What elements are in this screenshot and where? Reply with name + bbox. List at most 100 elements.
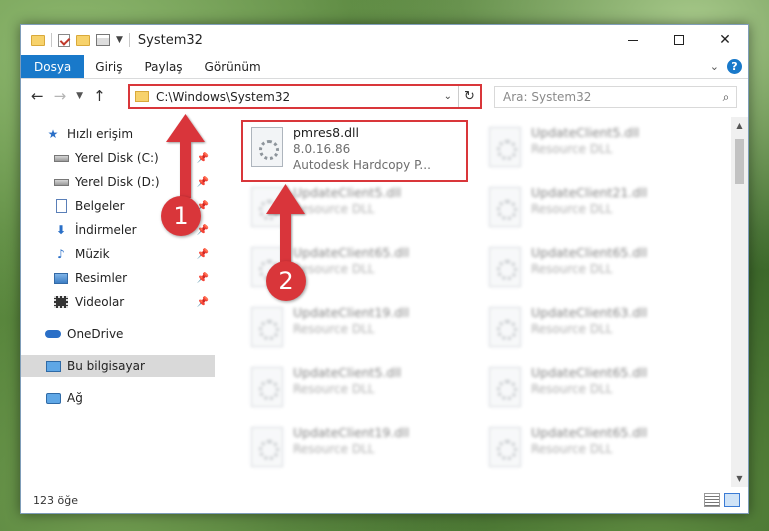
sidebar-item-quick-access[interactable]: ★ Hızlı erişim (21, 123, 215, 145)
sidebar-item-label: OneDrive (67, 327, 124, 341)
sidebar-item-videos[interactable]: Videolar 📌 (21, 291, 215, 313)
file-name: UpdateClient19.dll (293, 425, 410, 440)
sidebar-item-local-disk-c[interactable]: Yerel Disk (C:) 📌 (21, 147, 215, 169)
tiles-view-icon[interactable] (724, 493, 740, 507)
tab-view[interactable]: Görünüm (194, 55, 272, 78)
dll-file-icon (251, 307, 283, 347)
file-name: UpdateClient65.dll (531, 425, 648, 440)
customize-icon[interactable] (96, 34, 110, 46)
sidebar-item-label: İndirmeler (75, 223, 137, 237)
sidebar-item-local-disk-d[interactable]: Yerel Disk (D:) 📌 (21, 171, 215, 193)
sidebar-item-music[interactable]: ♪ Müzik 📌 (21, 243, 215, 265)
pin-icon[interactable]: 📌 (197, 177, 209, 188)
cloud-icon (45, 327, 61, 341)
close-button[interactable]: ✕ (702, 25, 748, 55)
file-item[interactable]: UpdateClient65.dll Resource DLL (481, 241, 709, 299)
file-type: Resource DLL (531, 142, 613, 156)
navigation-buttons: ← → ▼ ↑ (31, 87, 106, 105)
address-row: ← → ▼ ↑ C:\Windows\System32 ⌄ ↻ Ara: Sys… (21, 79, 748, 115)
tab-home[interactable]: Giriş (84, 55, 133, 78)
pin-icon[interactable]: 📌 (197, 273, 209, 284)
back-arrow-icon[interactable]: ← (31, 87, 44, 105)
properties-check-icon[interactable] (58, 33, 70, 47)
window-controls: ✕ (610, 25, 748, 55)
explorer-window: ▼ System32 ✕ Dosya Giriş Paylaş Görünüm … (20, 24, 749, 514)
file-item[interactable]: UpdateClient63.dll Resource DLL (481, 301, 709, 359)
expand-ribbon-icon[interactable]: ⌄ (710, 60, 719, 73)
help-icon[interactable]: ? (727, 59, 742, 74)
vertical-scrollbar[interactable]: ▲ ▼ (731, 117, 748, 487)
details-view-icon[interactable] (704, 493, 720, 507)
scroll-down-icon[interactable]: ▼ (731, 470, 748, 487)
sidebar-item-pictures[interactable]: Resimler 📌 (21, 267, 215, 289)
scroll-up-icon[interactable]: ▲ (731, 117, 748, 134)
dll-file-icon (489, 247, 521, 287)
computer-icon (45, 359, 61, 373)
title-bar: ▼ System32 ✕ (21, 25, 748, 55)
file-name: UpdateClient63.dll (531, 305, 648, 320)
tab-file[interactable]: Dosya (21, 55, 85, 78)
download-icon: ⬇ (55, 223, 67, 237)
document-icon (53, 199, 69, 213)
search-icon[interactable]: ⌕ (716, 90, 736, 105)
minimize-button[interactable] (610, 25, 656, 55)
pin-icon[interactable]: 📌 (197, 225, 209, 236)
sidebar-item-this-pc[interactable]: Bu bilgisayar (21, 355, 215, 377)
file-item[interactable]: UpdateClient19.dll Resource DLL (243, 421, 471, 479)
file-type: Resource DLL (293, 382, 375, 396)
disk-icon (53, 151, 69, 165)
view-buttons (704, 493, 740, 507)
new-folder-icon[interactable] (76, 34, 90, 46)
file-item[interactable]: UpdateClient65.dll Resource DLL (481, 361, 709, 419)
file-name: UpdateClient65.dll (293, 245, 410, 260)
highlight-box (241, 120, 468, 182)
chevron-down-icon[interactable]: ▼ (116, 35, 123, 45)
scroll-thumb[interactable] (735, 139, 744, 184)
sidebar-item-label: Videolar (75, 295, 125, 309)
pin-icon[interactable]: 📌 (197, 249, 209, 260)
dll-file-icon (251, 187, 283, 227)
tab-share[interactable]: Paylaş (133, 55, 193, 78)
file-type: Resource DLL (293, 322, 375, 336)
file-name: UpdateClient65.dll (531, 245, 648, 260)
folder-icon (135, 91, 149, 102)
pin-icon[interactable]: 📌 (197, 297, 209, 308)
up-arrow-icon[interactable]: ↑ (93, 87, 106, 105)
file-item[interactable]: UpdateClient5.dll Resource DLL (243, 181, 471, 239)
file-name: UpdateClient5.dll (531, 125, 640, 140)
quick-access-toolbar: ▼ (21, 33, 130, 47)
file-name: UpdateClient21.dll (531, 185, 648, 200)
item-count: 123 öğe (33, 493, 78, 507)
file-type: Resource DLL (293, 262, 375, 276)
sidebar-item-onedrive[interactable]: OneDrive (21, 323, 215, 345)
maximize-button[interactable] (656, 25, 702, 55)
file-item[interactable]: UpdateClient19.dll Resource DLL (243, 301, 471, 359)
status-bar: 123 öğe (21, 487, 748, 513)
music-icon: ♪ (57, 247, 65, 261)
file-item[interactable]: UpdateClient65.dll Resource DLL (481, 421, 709, 479)
file-item[interactable]: UpdateClient21.dll Resource DLL (481, 181, 709, 239)
ribbon-tabs: Dosya Giriş Paylaş Görünüm ⌄ ? (21, 55, 748, 79)
file-type: Resource DLL (531, 382, 613, 396)
refresh-icon[interactable]: ↻ (458, 86, 480, 107)
forward-arrow-icon[interactable]: → (54, 87, 67, 105)
sidebar-item-network[interactable]: Ağ (21, 387, 215, 409)
sidebar-item-label: Yerel Disk (C:) (75, 151, 159, 165)
disk-icon (53, 175, 69, 189)
file-item[interactable]: UpdateClient5.dll Resource DLL (481, 121, 709, 179)
file-name: UpdateClient19.dll (293, 305, 410, 320)
sidebar-item-label: Yerel Disk (D:) (75, 175, 160, 189)
dll-file-icon (251, 367, 283, 407)
file-item[interactable]: UpdateClient5.dll Resource DLL (243, 361, 471, 419)
file-type: Resource DLL (531, 322, 613, 336)
address-bar[interactable]: C:\Windows\System32 ⌄ ↻ (128, 84, 482, 109)
star-icon: ★ (47, 127, 59, 141)
search-input[interactable]: Ara: System32 ⌕ (494, 86, 737, 108)
address-path[interactable]: C:\Windows\System32 (156, 90, 438, 104)
recent-locations-icon[interactable]: ▼ (76, 91, 83, 101)
dll-file-icon (489, 187, 521, 227)
separator (51, 33, 52, 47)
sidebar-item-label: Belgeler (75, 199, 125, 213)
pin-icon[interactable]: 📌 (197, 153, 209, 164)
chevron-down-icon[interactable]: ⌄ (438, 91, 458, 102)
